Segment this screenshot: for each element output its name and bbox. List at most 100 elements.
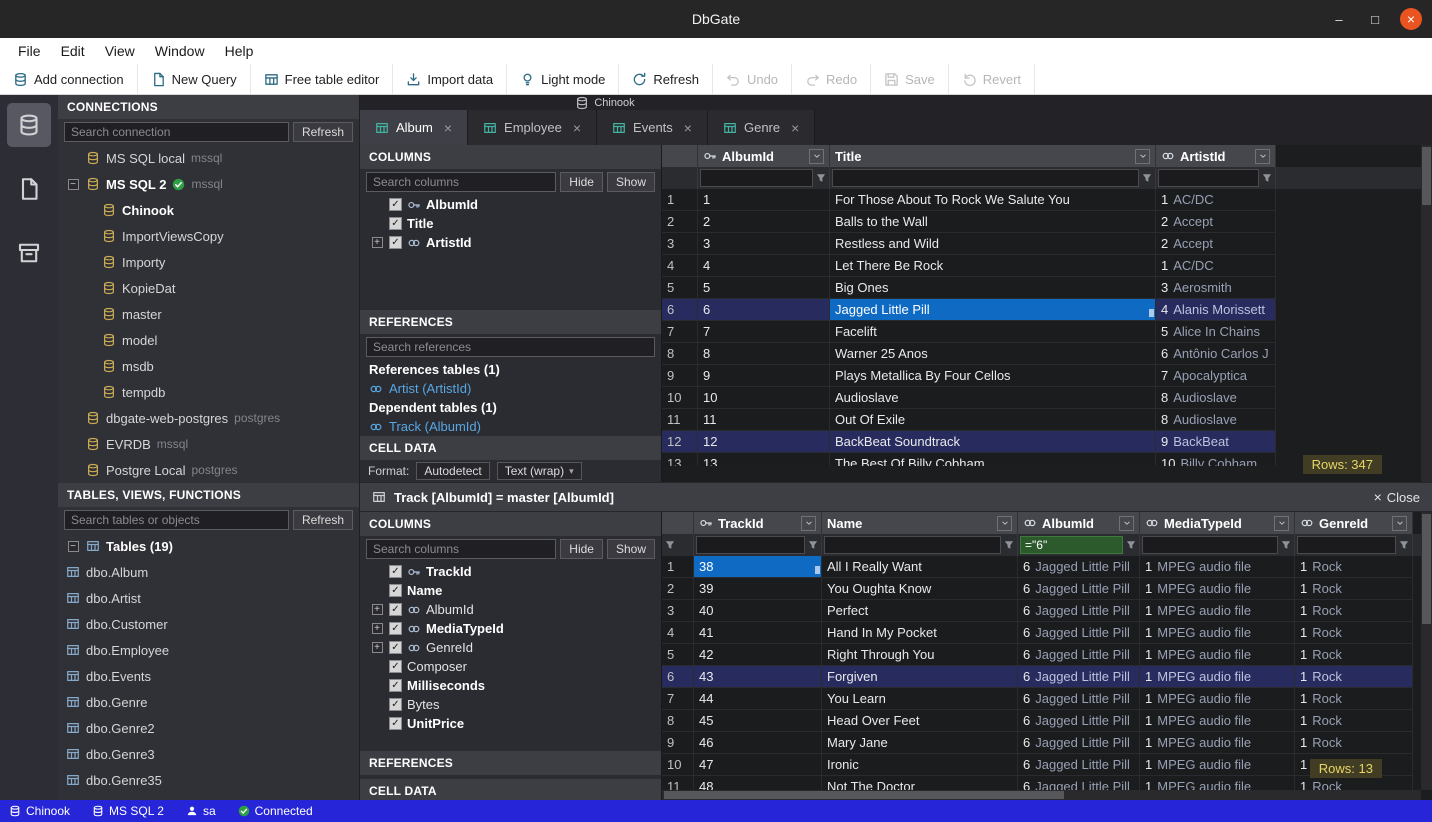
cell-trackid[interactable]: 46: [694, 732, 822, 754]
checkbox-icon[interactable]: ✓: [389, 679, 402, 692]
tab-close-icon[interactable]: ×: [684, 120, 692, 136]
expand-icon[interactable]: +: [372, 623, 383, 634]
table-item-dbo-album[interactable]: dbo.Album: [58, 559, 359, 585]
column-menu-icon[interactable]: [1392, 516, 1407, 531]
row-number[interactable]: 8: [662, 343, 698, 365]
toolbar-button-free-table-editor[interactable]: Free table editor: [251, 64, 394, 94]
cell-albumid[interactable]: 10: [698, 387, 830, 409]
table-item-dbo-events[interactable]: dbo.Events: [58, 663, 359, 689]
row-number[interactable]: 4: [662, 622, 694, 644]
checkbox-icon[interactable]: ✓: [389, 641, 402, 654]
column-item-composer[interactable]: ✓Composer: [360, 657, 661, 676]
connection-item-model[interactable]: model: [58, 327, 359, 353]
cell-albumid[interactable]: 5: [698, 277, 830, 299]
checkbox-icon[interactable]: ✓: [389, 698, 402, 711]
search-tables-input[interactable]: [64, 510, 289, 530]
cell-mediatypeid[interactable]: 1MPEG audio file: [1140, 622, 1295, 644]
toolbar-button-light-mode[interactable]: Light mode: [507, 64, 619, 94]
column-item-bytes[interactable]: ✓Bytes: [360, 695, 661, 714]
column-header-albumid[interactable]: AlbumId: [1018, 512, 1140, 534]
hide-columns-button[interactable]: Hide: [560, 539, 603, 559]
filter-icon[interactable]: [664, 539, 676, 551]
row-number[interactable]: 10: [662, 754, 694, 776]
cell-trackid[interactable]: 41: [694, 622, 822, 644]
menu-view[interactable]: View: [95, 41, 145, 61]
refresh-connections-button[interactable]: Refresh: [293, 122, 353, 142]
search-references-input[interactable]: [366, 337, 655, 357]
cell-name[interactable]: Perfect: [822, 600, 1018, 622]
cell-mediatypeid[interactable]: 1MPEG audio file: [1140, 732, 1295, 754]
column-header-mediatypeid[interactable]: MediaTypeId: [1140, 512, 1295, 534]
cell-name[interactable]: Head Over Feet: [822, 710, 1018, 732]
menu-edit[interactable]: Edit: [51, 41, 95, 61]
row-number[interactable]: 8: [662, 710, 694, 732]
rail-item-history[interactable]: [7, 231, 51, 275]
column-menu-icon[interactable]: [1135, 149, 1150, 164]
cell-title[interactable]: Out Of Exile: [830, 409, 1156, 431]
checkbox-icon[interactable]: ✓: [389, 236, 402, 249]
cell-albumid[interactable]: 6Jagged Little Pill: [1018, 622, 1140, 644]
connection-item-importy[interactable]: Importy: [58, 249, 359, 275]
filter-icon[interactable]: [1280, 539, 1292, 551]
cell-albumid[interactable]: 8: [698, 343, 830, 365]
column-header-trackid[interactable]: TrackId: [694, 512, 822, 534]
column-header-title[interactable]: Title: [830, 145, 1156, 167]
connection-item-kopiedat[interactable]: KopieDat: [58, 275, 359, 301]
toolbar-button-refresh[interactable]: Refresh: [619, 64, 713, 94]
row-number[interactable]: 12: [662, 431, 698, 453]
cell-artistid[interactable]: 4Alanis Morissett: [1156, 299, 1276, 321]
maximize-button[interactable]: □: [1364, 8, 1386, 30]
cell-name[interactable]: Mary Jane: [822, 732, 1018, 754]
connection-item-ms-sql-2[interactable]: −MS SQL 2mssql: [58, 171, 359, 197]
checkbox-icon[interactable]: ✓: [389, 622, 402, 635]
cell-genreid[interactable]: 1Rock: [1295, 666, 1413, 688]
search-columns-input[interactable]: [366, 172, 556, 192]
column-header-name[interactable]: Name: [822, 512, 1018, 534]
table-item-dbo-artist[interactable]: dbo.Artist: [58, 585, 359, 611]
cell-albumid[interactable]: 9: [698, 365, 830, 387]
checkbox-icon[interactable]: ✓: [389, 217, 402, 230]
table-item-dbo-genre2[interactable]: dbo.Genre2: [58, 715, 359, 741]
cell-albumid[interactable]: 11: [698, 409, 830, 431]
search-columns-input[interactable]: [366, 539, 556, 559]
cell-artistid[interactable]: 5Alice In Chains: [1156, 321, 1276, 343]
filter-icon[interactable]: [1141, 172, 1153, 184]
scrollbar-thumb[interactable]: [1422, 514, 1431, 624]
cell-artistid[interactable]: 2Accept: [1156, 211, 1276, 233]
cell-mediatypeid[interactable]: 1MPEG audio file: [1140, 600, 1295, 622]
cell-title[interactable]: BackBeat Soundtrack: [830, 431, 1156, 453]
row-number[interactable]: 2: [662, 211, 698, 233]
connection-item-msdb[interactable]: msdb: [58, 353, 359, 379]
column-menu-icon[interactable]: [1274, 516, 1289, 531]
connection-item-tempdb[interactable]: tempdb: [58, 379, 359, 405]
row-number[interactable]: 7: [662, 688, 694, 710]
cell-albumid[interactable]: 6Jagged Little Pill: [1018, 710, 1140, 732]
cell-albumid[interactable]: 7: [698, 321, 830, 343]
cell-trackid[interactable]: 45: [694, 710, 822, 732]
cell-genreid[interactable]: 1Rock: [1295, 688, 1413, 710]
column-item-genreid[interactable]: +✓GenreId: [360, 638, 661, 657]
collapse-icon[interactable]: −: [68, 541, 79, 552]
connection-item-importviewscopy[interactable]: ImportViewsCopy: [58, 223, 359, 249]
cell-name[interactable]: Right Through You: [822, 644, 1018, 666]
filter-input-artistid[interactable]: [1158, 169, 1259, 187]
scrollbar-thumb[interactable]: [664, 791, 1064, 799]
reference-link-track-albumid[interactable]: Track (AlbumId): [360, 417, 661, 436]
column-header-albumid[interactable]: AlbumId: [698, 145, 830, 167]
filter-icon[interactable]: [1398, 539, 1410, 551]
column-item-milliseconds[interactable]: ✓Milliseconds: [360, 676, 661, 695]
cell-artistid[interactable]: 3Aerosmith: [1156, 277, 1276, 299]
cell-title[interactable]: Facelift: [830, 321, 1156, 343]
vertical-scrollbar[interactable]: [1421, 512, 1432, 790]
horizontal-scrollbar[interactable]: [662, 790, 1421, 800]
column-item-trackid[interactable]: ✓TrackId: [360, 562, 661, 581]
cell-title[interactable]: Let There Be Rock: [830, 255, 1156, 277]
cell-name[interactable]: Hand In My Pocket: [822, 622, 1018, 644]
cell-mediatypeid[interactable]: 1MPEG audio file: [1140, 578, 1295, 600]
row-number[interactable]: 11: [662, 409, 698, 431]
table-item-dbo-genre[interactable]: dbo.Genre: [58, 689, 359, 715]
cell-mediatypeid[interactable]: 1MPEG audio file: [1140, 556, 1295, 578]
cell-genreid[interactable]: 1Rock: [1295, 578, 1413, 600]
cell-albumid[interactable]: 6: [698, 299, 830, 321]
tab-close-icon[interactable]: ×: [573, 120, 581, 136]
